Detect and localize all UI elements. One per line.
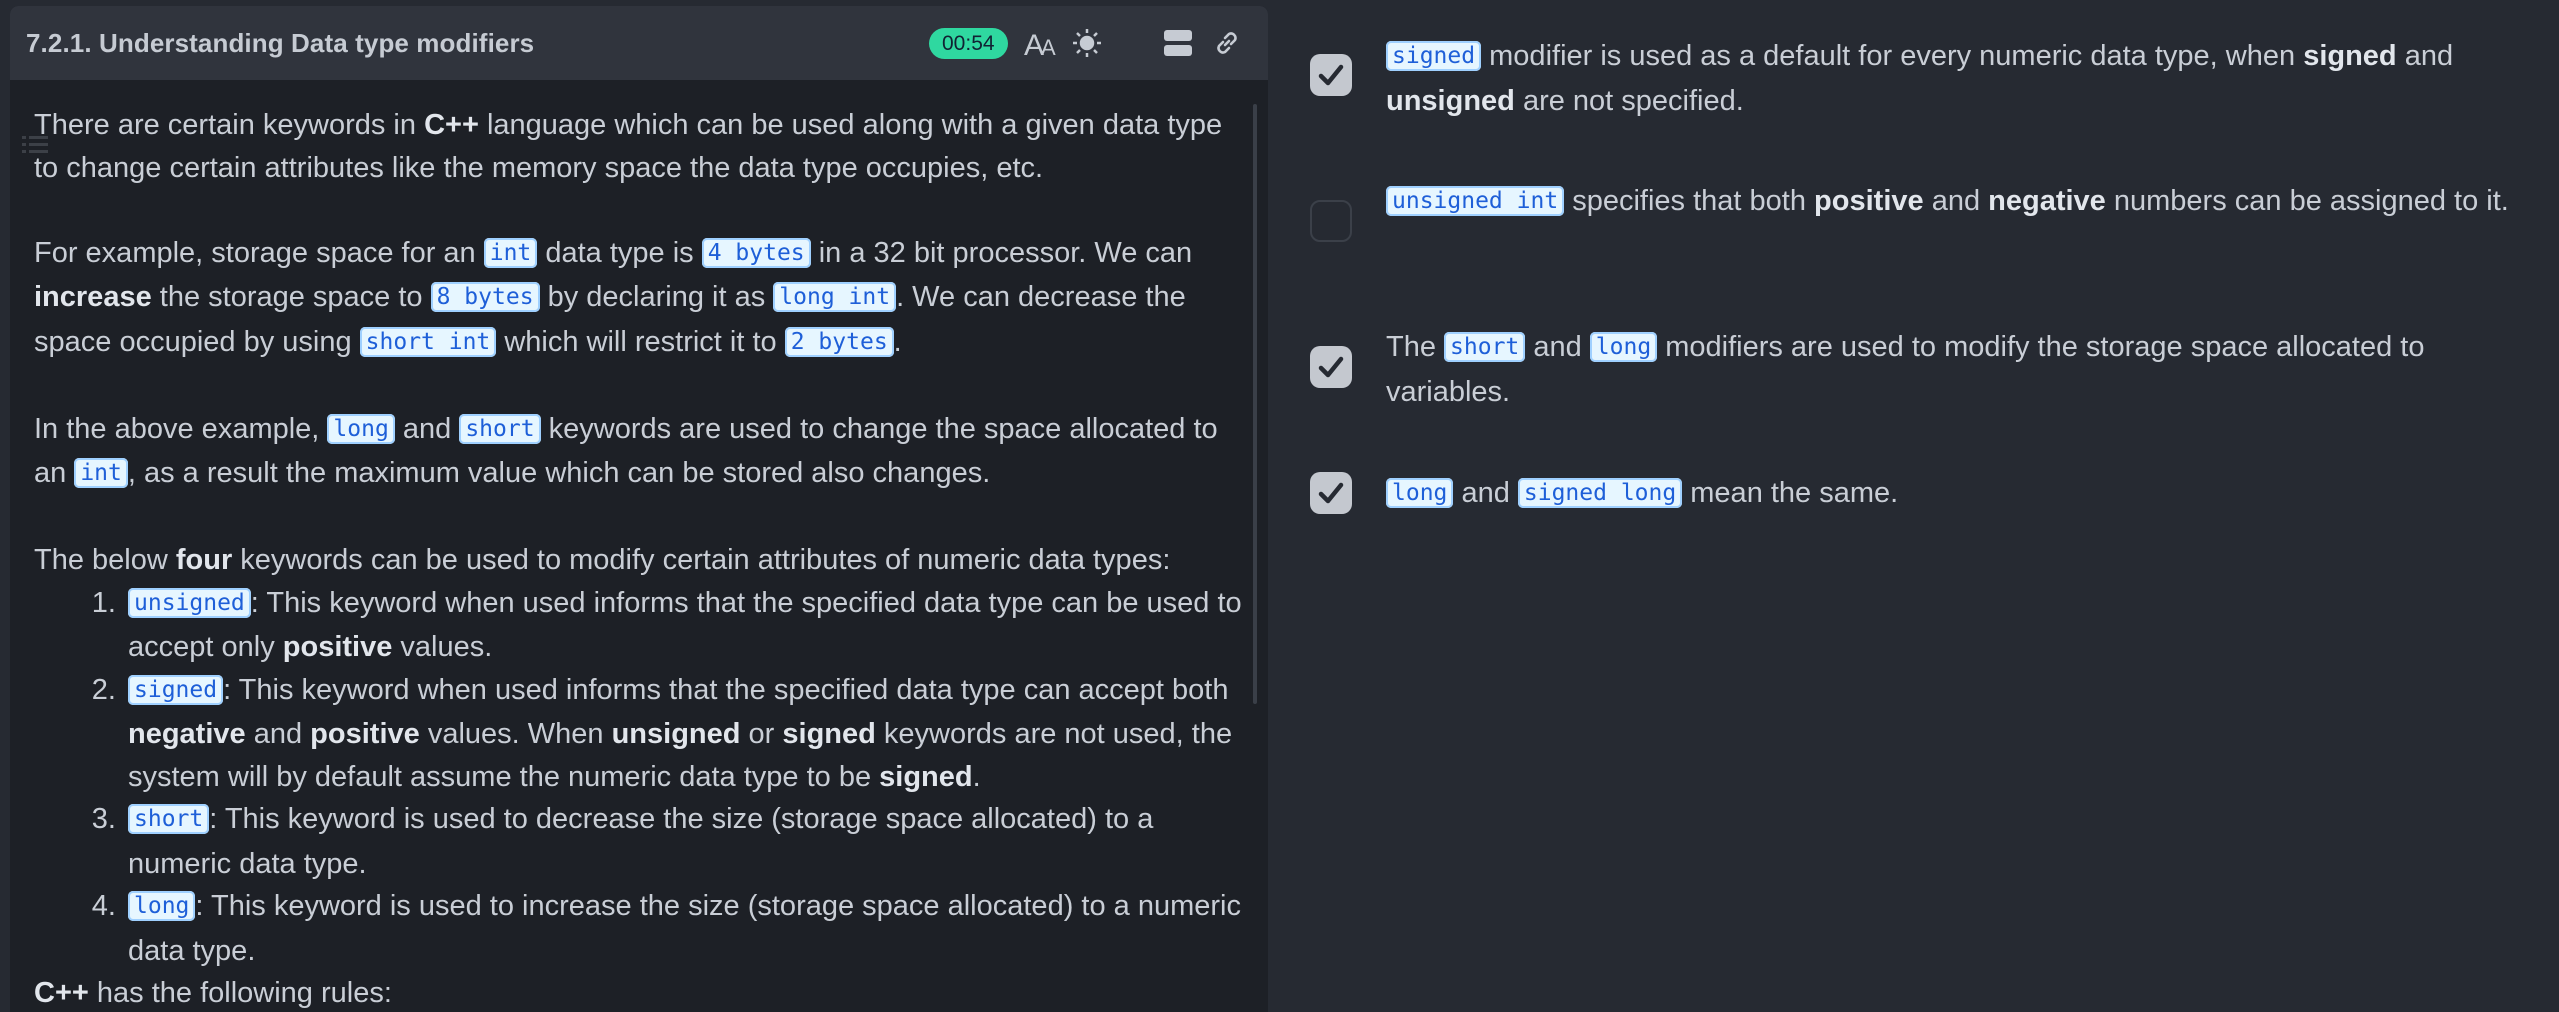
option-3-checkbox[interactable]	[1310, 346, 1352, 388]
svg-text:A: A	[1041, 35, 1056, 58]
code-short: short	[459, 413, 541, 444]
code-long: long	[327, 413, 395, 444]
question-panel: signed modifier is used as a default for…	[1290, 0, 2559, 1012]
link-icon[interactable]	[1208, 24, 1246, 62]
code-4-bytes: 4 bytes	[701, 237, 811, 268]
code-signed-long: signed long	[1517, 478, 1683, 508]
font-size-icon[interactable]: AA	[1023, 24, 1061, 62]
code-short: short	[128, 804, 210, 834]
paragraph-rules: C++ has the following rules:	[34, 977, 392, 1009]
paragraph-explanation: In the above example, long and short key…	[34, 412, 1218, 490]
code-signed: signed	[1386, 41, 1482, 71]
lesson-header: 7.2.1. Understanding Data type modifiers…	[10, 6, 1268, 80]
code-signed: signed	[128, 674, 224, 705]
code-long: long	[128, 891, 196, 921]
code-long-int: long int	[773, 282, 897, 312]
option-2-text[interactable]: unsigned int specifies that both positiv…	[1386, 180, 2526, 225]
lesson-content: There are certain keywords in C++ langua…	[34, 104, 1254, 1012]
paragraph-keywords-intro: The below four keywords can be used to m…	[34, 544, 1171, 576]
list-item: long: This keyword is used to increase t…	[124, 885, 1254, 972]
code-int: int	[74, 458, 128, 488]
paragraph-intro: There are certain keywords in C++ langua…	[34, 109, 1223, 184]
list-item: short: This keyword is used to decrease …	[124, 798, 1254, 885]
option-1-text[interactable]: signed modifier is used as a default for…	[1386, 35, 2526, 122]
option-3-text[interactable]: The short and long modifiers are used to…	[1386, 326, 2526, 413]
list-item: signed: This keyword when used informs t…	[124, 669, 1254, 799]
layout-icon[interactable]	[1159, 24, 1197, 62]
theme-sun-icon[interactable]	[1068, 24, 1106, 62]
code-8-bytes: 8 bytes	[430, 282, 540, 312]
code-long: long	[1386, 478, 1454, 508]
code-2-bytes: 2 bytes	[784, 326, 894, 357]
option-4-checkbox[interactable]	[1310, 472, 1352, 514]
option-2-checkbox[interactable]	[1310, 200, 1352, 242]
list-item: unsigned: This keyword when used informs…	[124, 582, 1254, 669]
code-short-int: short int	[359, 326, 497, 357]
checkmark-icon	[1318, 482, 1344, 504]
timer-badge: 00:54	[929, 28, 1008, 59]
lesson-title: 7.2.1. Understanding Data type modifiers	[26, 27, 535, 58]
code-long: long	[1589, 332, 1658, 362]
checkmark-icon	[1318, 64, 1344, 86]
code-unsigned-int: unsigned int	[1386, 186, 1565, 216]
paragraph-example: For example, storage space for an int da…	[34, 236, 1193, 358]
code-short: short	[1444, 332, 1526, 362]
option-4-text[interactable]: long and signed long mean the same.	[1386, 472, 2526, 517]
code-unsigned: unsigned	[128, 587, 251, 618]
keyword-list: unsigned: This keyword when used informs…	[34, 582, 1254, 973]
code-int: int	[483, 237, 538, 268]
lesson-panel: 7.2.1. Understanding Data type modifiers…	[10, 6, 1268, 1012]
checkmark-icon	[1318, 356, 1344, 378]
option-1-checkbox[interactable]	[1310, 54, 1352, 96]
